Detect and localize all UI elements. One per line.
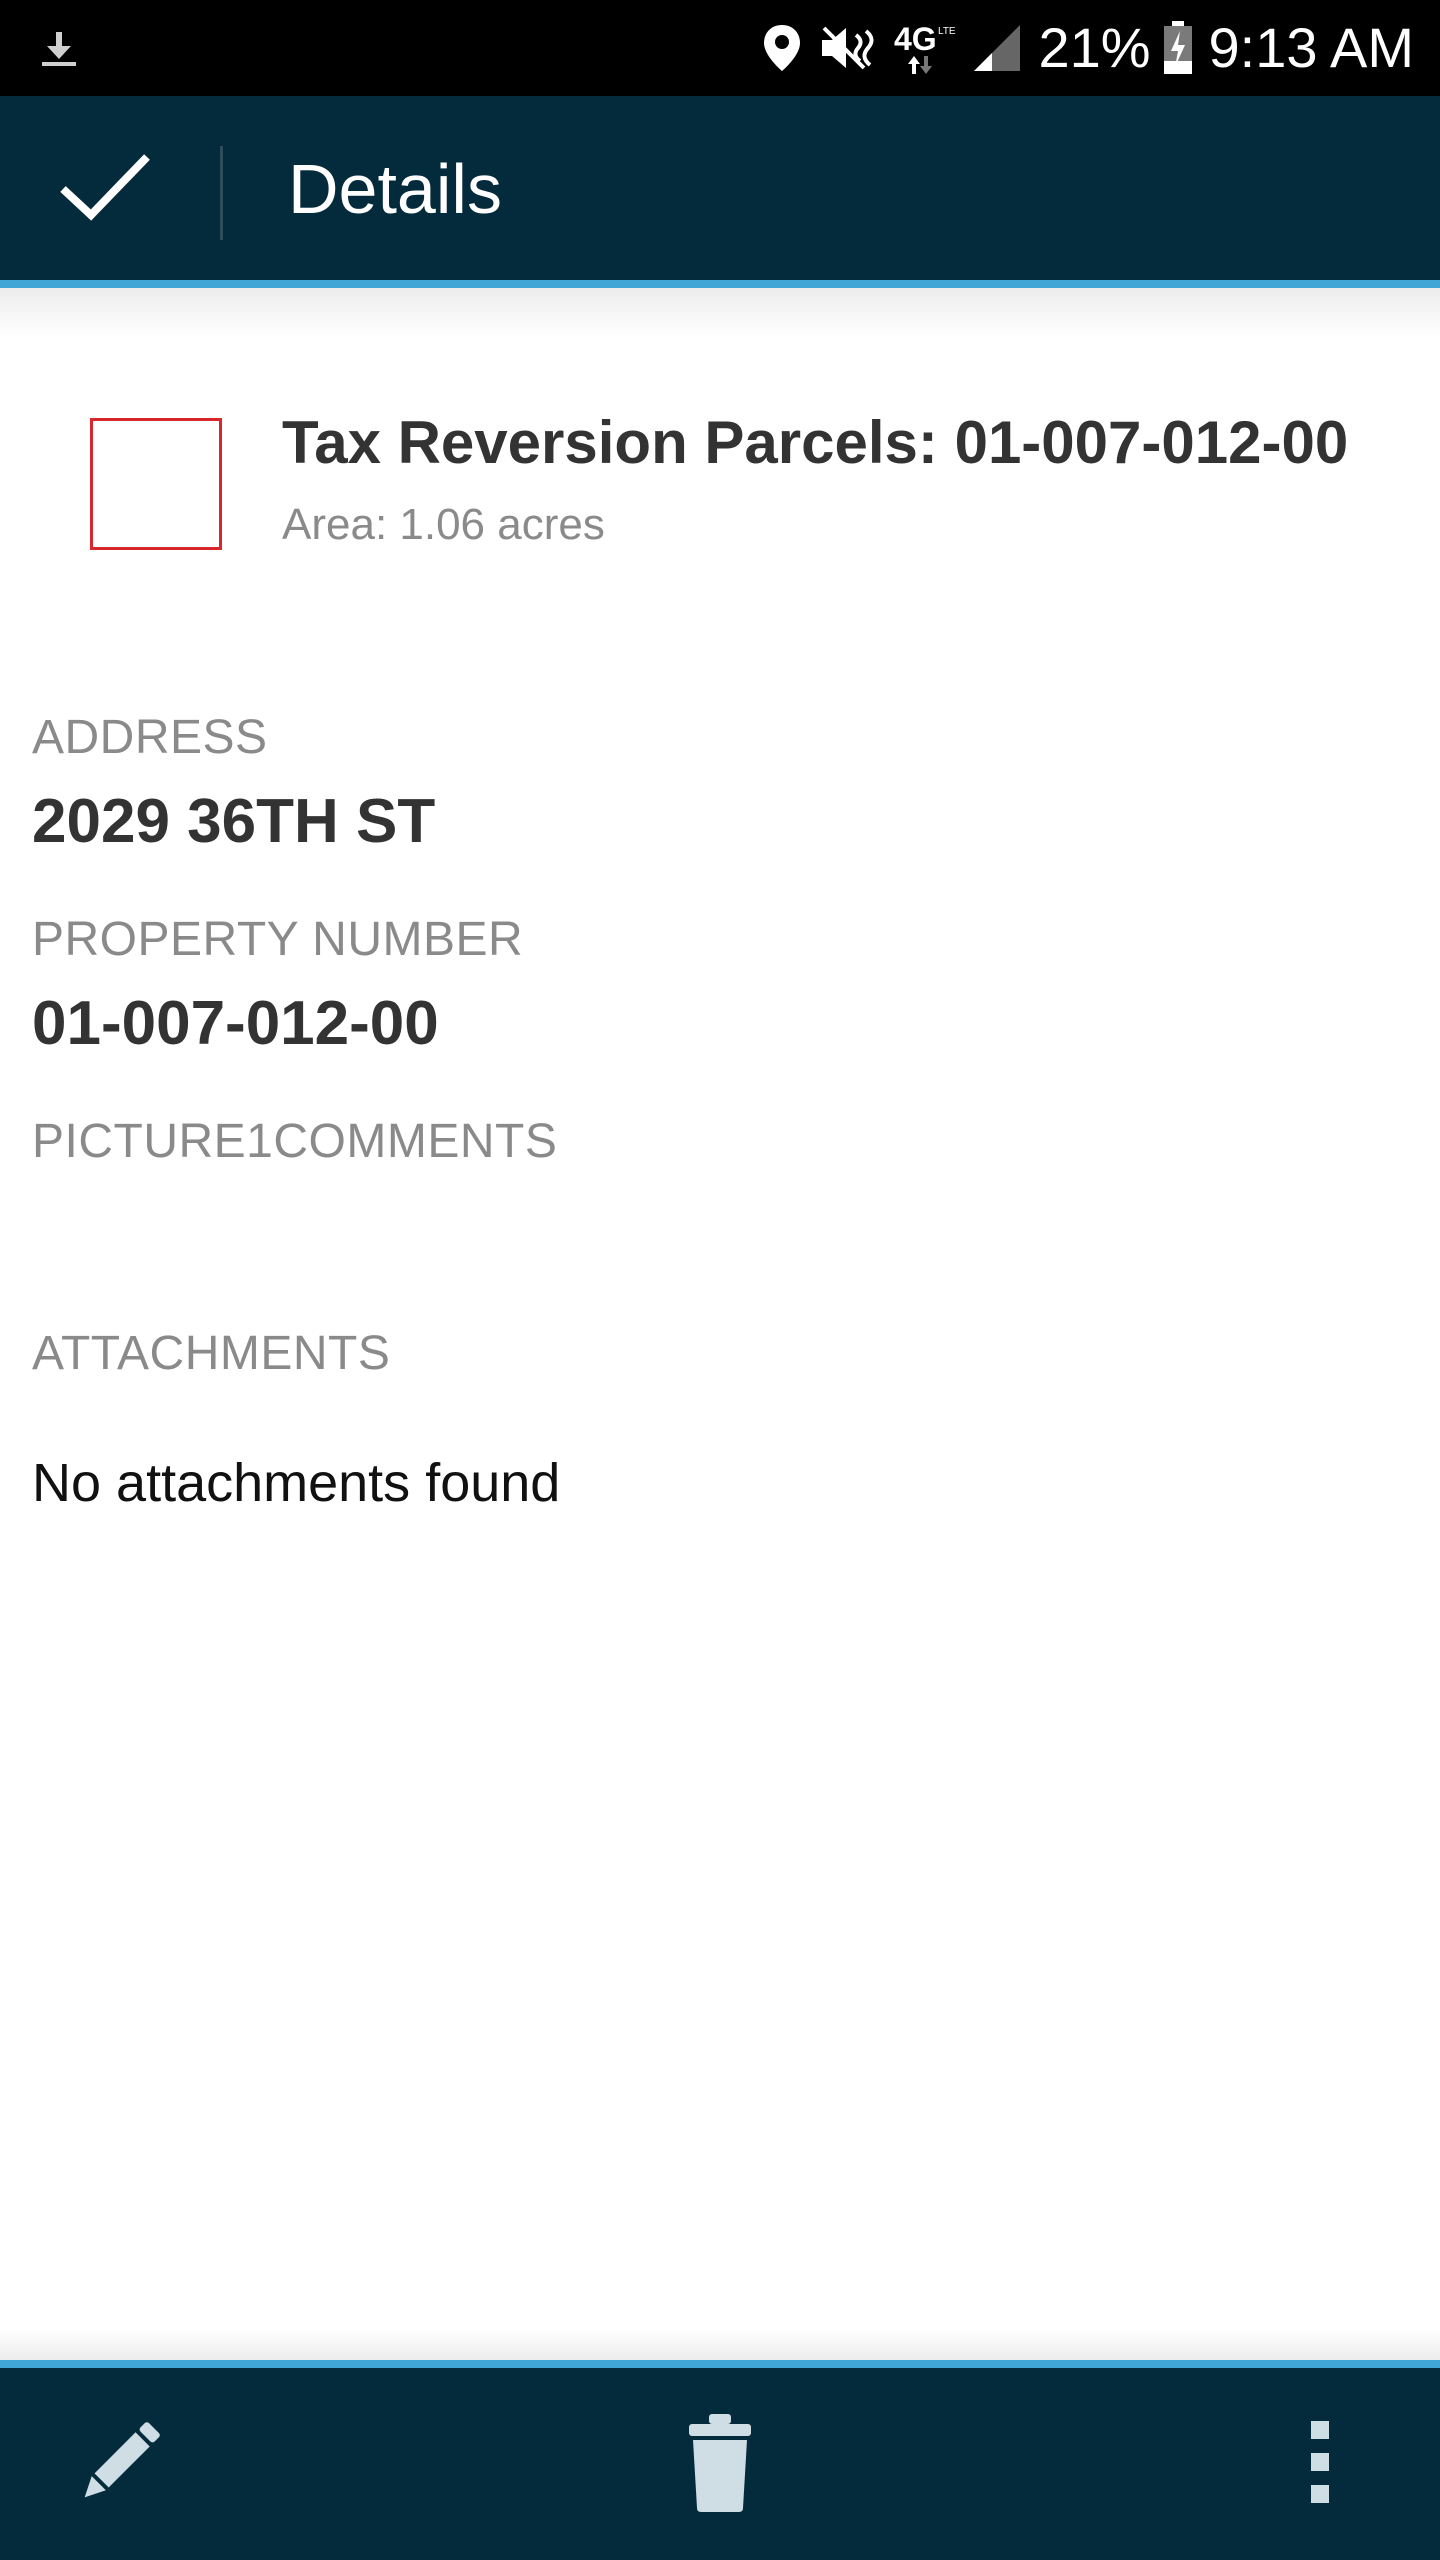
address-value: 2029 36TH ST xyxy=(32,787,436,856)
bottom-bar-shadow xyxy=(0,2330,1440,2360)
app-bar-shadow xyxy=(0,288,1440,338)
page-title: Details xyxy=(288,150,502,228)
feature-subtitle: Area: 1.06 acres xyxy=(282,500,605,549)
feature-title: Tax Reversion Parcels: 01-007-012-00 xyxy=(282,409,1349,476)
battery-charging-icon xyxy=(1163,21,1193,75)
check-icon xyxy=(57,149,153,230)
attachments-empty-text: No attachments found xyxy=(32,1453,561,1513)
more-options-button[interactable] xyxy=(1240,2368,1400,2560)
app-bar-accent-line xyxy=(0,280,1440,288)
svg-text:LTE: LTE xyxy=(938,26,956,37)
feature-symbol xyxy=(90,418,222,550)
trash-icon xyxy=(685,2412,755,2517)
more-vert-icon xyxy=(1305,2417,1335,2512)
mute-icon xyxy=(818,23,878,73)
status-bar: 4G LTE 21% 9:13 AM xyxy=(0,0,1440,96)
property-number-value: 01-007-012-00 xyxy=(32,989,439,1058)
network-4g-icon: 4G LTE xyxy=(894,20,956,76)
bottom-bar-accent-line xyxy=(0,2360,1440,2368)
delete-button[interactable] xyxy=(640,2368,800,2560)
picture-comments-label: PICTURE1COMMENTS xyxy=(32,1115,558,1168)
address-label: ADDRESS xyxy=(32,711,268,764)
edit-button[interactable] xyxy=(40,2368,200,2560)
property-number-label: PROPERTY NUMBER xyxy=(32,913,524,966)
signal-icon xyxy=(972,23,1022,73)
attachments-label: ATTACHMENTS xyxy=(32,1327,391,1380)
app-bar xyxy=(0,96,1440,282)
download-icon xyxy=(38,26,86,74)
pencil-icon xyxy=(68,2410,172,2519)
app-bar-divider xyxy=(220,146,223,240)
location-icon xyxy=(762,23,802,73)
svg-text:4G: 4G xyxy=(894,21,937,57)
done-button[interactable] xyxy=(30,96,180,282)
battery-percent: 21% xyxy=(1038,16,1151,79)
clock: 9:13 AM xyxy=(1208,16,1414,79)
